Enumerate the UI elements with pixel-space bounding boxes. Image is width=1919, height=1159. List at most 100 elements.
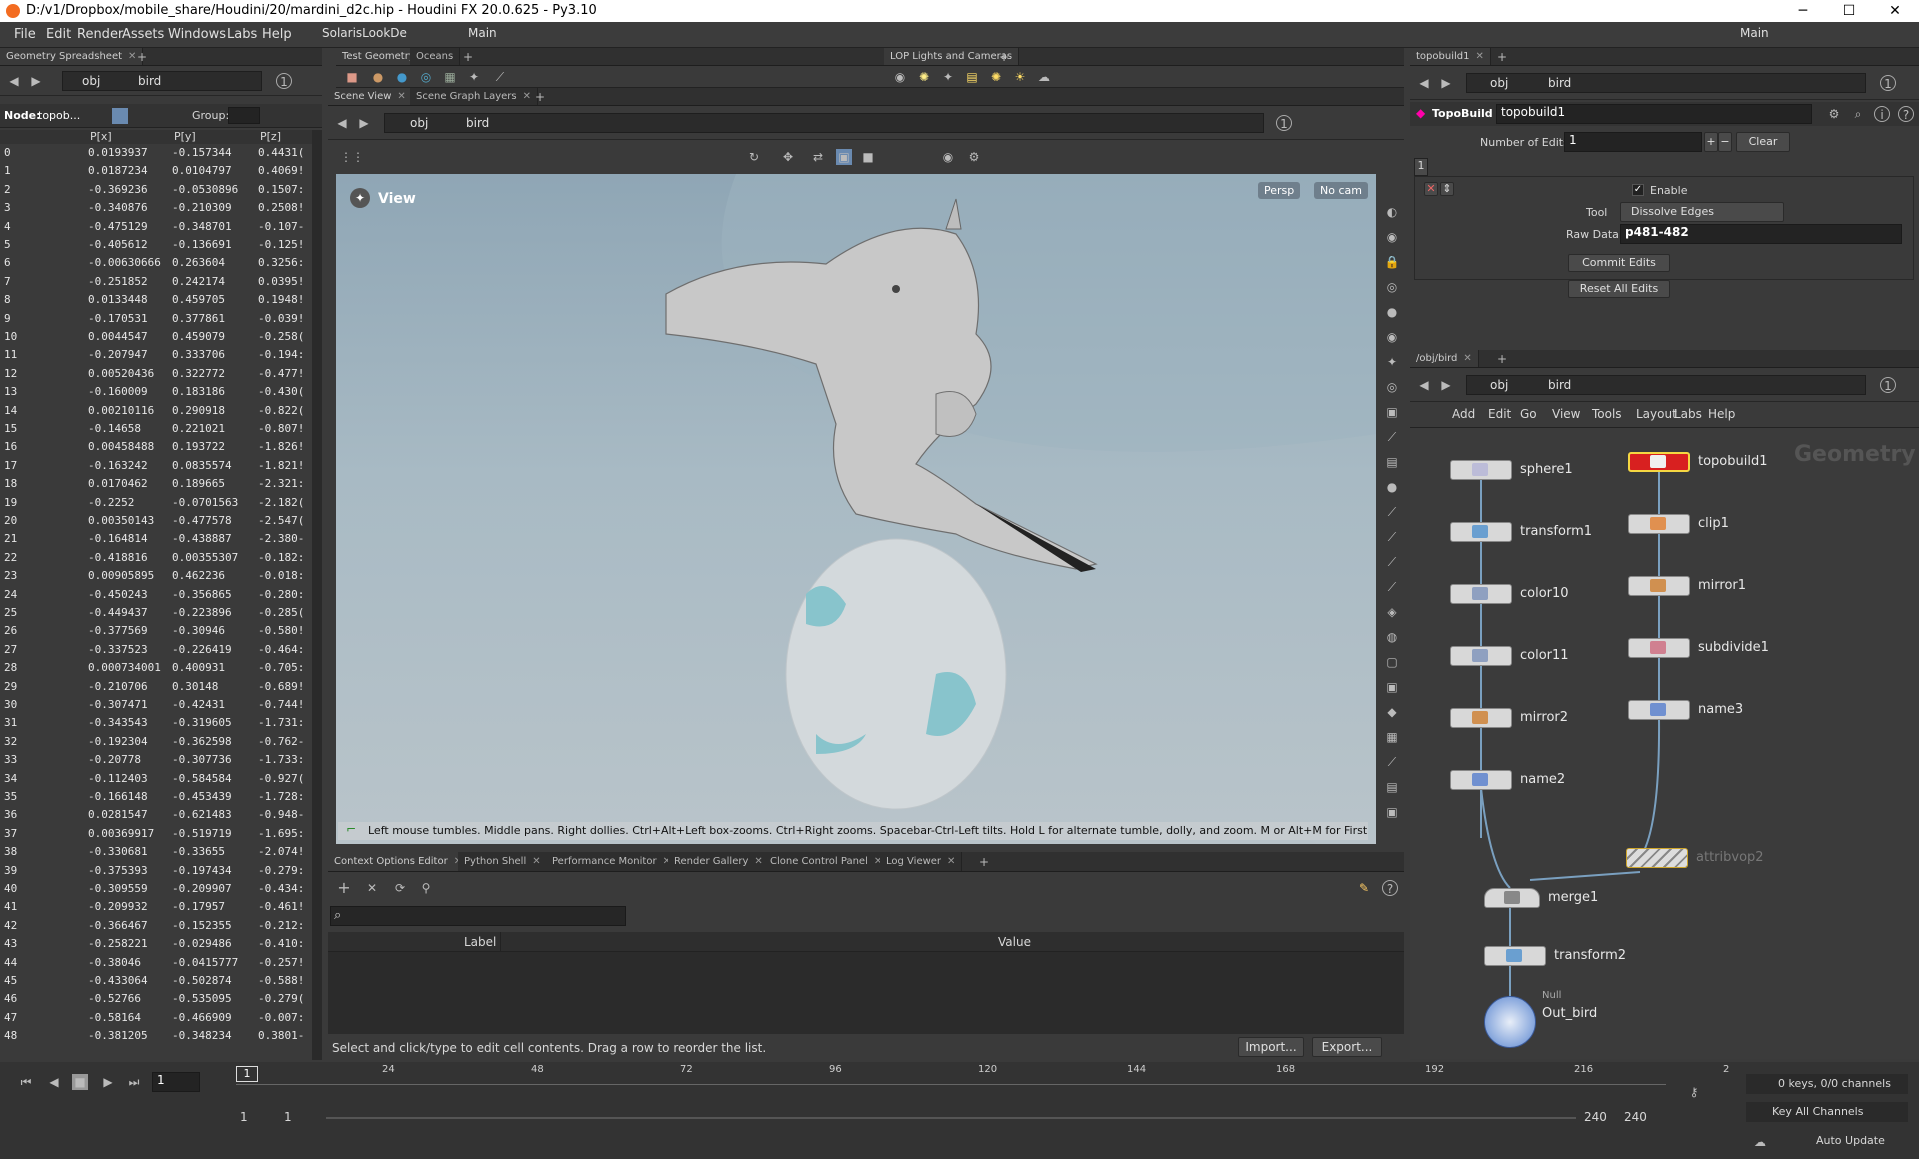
- path-bird[interactable]: bird: [1548, 76, 1571, 90]
- table-row[interactable]: 6 -0.00630666 0.263604 0.3256:: [0, 256, 312, 272]
- jump-end-icon[interactable]: ⏭: [126, 1074, 142, 1090]
- back-arrow-icon[interactable]: ◀: [6, 73, 22, 89]
- node-value[interactable]: topob...: [38, 109, 80, 122]
- table-row[interactable]: 3 -0.340876 -0.210309 0.2508!: [0, 201, 312, 217]
- viewer-tool-icon[interactable]: ▣: [1384, 404, 1400, 420]
- lower-tab[interactable]: Context Options Editor✕: [328, 852, 470, 871]
- settings-icon[interactable]: ⚙: [966, 149, 982, 165]
- table-row[interactable]: 47 -0.58164 -0.466909 -0.007:: [0, 1011, 312, 1027]
- spreadsheet-scrollbar[interactable]: [312, 130, 322, 1060]
- view-menu-icon[interactable]: ✦: [350, 188, 370, 208]
- null-node-body[interactable]: [1484, 996, 1536, 1048]
- sky-tool-icon[interactable]: ☁: [1036, 69, 1052, 85]
- spotlight-tool-icon[interactable]: ✦: [940, 69, 956, 85]
- right-desktop-selector[interactable]: Main: [1740, 26, 1769, 40]
- col-label[interactable]: Label: [464, 935, 496, 949]
- table-row[interactable]: 45 -0.433064 -0.502874 -0.588!: [0, 974, 312, 990]
- add-tab-icon[interactable]: +: [976, 854, 992, 870]
- back-arrow-icon[interactable]: ◀: [334, 115, 350, 131]
- add-shelf-icon[interactable]: +: [460, 49, 476, 65]
- network-menu-item[interactable]: Go: [1520, 407, 1537, 421]
- table-row[interactable]: 15 -0.14658 0.221021 -0.807!: [0, 422, 312, 438]
- network-menu-item[interactable]: Help: [1708, 407, 1735, 421]
- table-row[interactable]: 38 -0.330681 -0.33655 -2.074!: [0, 845, 312, 861]
- menu-edit[interactable]: Edit: [46, 27, 71, 42]
- viewer-tool-icon[interactable]: ⟋: [1384, 429, 1400, 445]
- tool-select[interactable]: Dissolve Edges: [1620, 202, 1784, 222]
- clear-button[interactable]: Clear: [1736, 132, 1790, 152]
- col-py[interactable]: P[y]: [174, 130, 196, 143]
- table-row[interactable]: 21 -0.164814 -0.438887 -2.380-: [0, 532, 312, 548]
- range-slider[interactable]: [326, 1117, 1576, 1119]
- import-button[interactable]: Import...: [1238, 1037, 1304, 1057]
- viewer-tool-icon[interactable]: ●: [1384, 304, 1400, 320]
- back-arrow-icon[interactable]: ◀: [1416, 75, 1432, 91]
- pin-icon[interactable]: 1: [1276, 115, 1292, 131]
- close-icon[interactable]: ✕: [947, 856, 955, 867]
- forward-arrow-icon[interactable]: ▶: [356, 115, 372, 131]
- close-button[interactable]: ✕: [1872, 0, 1918, 22]
- add-tab-icon[interactable]: +: [532, 89, 548, 105]
- viewer-tool-icon[interactable]: ◈: [1384, 604, 1400, 620]
- table-row[interactable]: 39 -0.375393 -0.197434 -0.279:: [0, 864, 312, 880]
- table-row[interactable]: 25 -0.449437 -0.223896 -0.285(: [0, 606, 312, 622]
- help-icon[interactable]: ?: [1898, 106, 1914, 122]
- network-menu-item[interactable]: Layout: [1636, 407, 1677, 421]
- lower-tab[interactable]: Clone Control Panel ✕: [764, 852, 890, 871]
- close-icon[interactable]: ✕: [754, 856, 762, 867]
- network-menu-item[interactable]: Add: [1452, 407, 1475, 421]
- refresh-icon[interactable]: ⟳: [392, 880, 408, 896]
- jump-start-icon[interactable]: ⏮: [18, 1074, 34, 1090]
- table-row[interactable]: 26 -0.377569 -0.30946 -0.580!: [0, 624, 312, 640]
- network-editor[interactable]: Geometry attribvop2 merge1 transform2 Nu…: [1410, 428, 1919, 1059]
- tab-obj-bird[interactable]: /obj/bird ✕: [1410, 350, 1479, 367]
- play-icon[interactable]: ▶: [100, 1074, 116, 1090]
- table-row[interactable]: 31 -0.343543 -0.319605 -1.731:: [0, 716, 312, 732]
- increment-button[interactable]: +: [1704, 132, 1718, 152]
- light-tool-icon[interactable]: ✺: [916, 69, 932, 85]
- table-row[interactable]: 20 0.00350143 -0.477578 -2.547(: [0, 514, 312, 530]
- current-frame-field[interactable]: 1: [152, 1072, 200, 1092]
- key-all-channels[interactable]: Key All Channels: [1746, 1102, 1908, 1122]
- table-row[interactable]: 33 -0.20778 -0.307736 -1.733:: [0, 753, 312, 769]
- table-row[interactable]: 36 0.0281547 -0.621483 -0.948-: [0, 808, 312, 824]
- table-row[interactable]: 41 -0.209932 -0.17957 -0.461!: [0, 900, 312, 916]
- grid-tool-icon[interactable]: ▦: [442, 69, 458, 85]
- raw-data-field[interactable]: p481-482: [1620, 224, 1902, 244]
- table-row[interactable]: 48 -0.381205 -0.348234 0.3801-: [0, 1029, 312, 1045]
- edit-pencil-icon[interactable]: ✎: [1356, 880, 1372, 896]
- help-icon[interactable]: ?: [1382, 880, 1398, 896]
- viewer-tool-icon[interactable]: 🔒: [1384, 254, 1400, 270]
- pin-icon[interactable]: 1: [276, 73, 292, 89]
- viewer-tool-icon[interactable]: ▤: [1384, 454, 1400, 470]
- add-tab-icon[interactable]: +: [134, 49, 150, 65]
- table-row[interactable]: 28 0.000734001 0.400931 -0.705:: [0, 661, 312, 677]
- viewer-tool-icon[interactable]: ◉: [1384, 329, 1400, 345]
- table-row[interactable]: 35 -0.166148 -0.453439 -1.728:: [0, 790, 312, 806]
- back-arrow-icon[interactable]: ◀: [1416, 377, 1432, 393]
- sun-tool-icon[interactable]: ☀: [1012, 69, 1028, 85]
- network-menu-item[interactable]: Edit: [1488, 407, 1511, 421]
- table-row[interactable]: 12 0.00520436 0.322772 -0.477!: [0, 367, 312, 383]
- area-light-tool-icon[interactable]: ▤: [964, 69, 980, 85]
- wireframe-shaded-icon[interactable]: ▣: [836, 149, 852, 165]
- close-icon[interactable]: ✕: [1475, 51, 1483, 62]
- viewer-tool-icon[interactable]: ◉: [1384, 229, 1400, 245]
- sphere-tool-icon[interactable]: ●: [370, 69, 386, 85]
- path-obj[interactable]: obj: [410, 116, 428, 130]
- shelf-tab-oceans[interactable]: Oceans: [410, 48, 461, 65]
- viewer-tool-icon[interactable]: ▣: [1384, 679, 1400, 695]
- menu-labs[interactable]: Labs: [227, 27, 257, 42]
- path-obj[interactable]: obj: [1490, 378, 1508, 392]
- tumble-icon[interactable]: ↻: [746, 149, 762, 165]
- table-row[interactable]: 5 -0.405612 -0.136691 -0.125!: [0, 238, 312, 254]
- viewer-tool-icon[interactable]: ▢: [1384, 654, 1400, 670]
- menu-assets[interactable]: Assets: [122, 27, 164, 42]
- timeline-track[interactable]: [236, 1084, 1666, 1085]
- table-row[interactable]: 27 -0.337523 -0.226419 -0.464:: [0, 643, 312, 659]
- viewer-tool-icon[interactable]: ⟋: [1384, 754, 1400, 770]
- add-tab-icon[interactable]: +: [1494, 49, 1510, 65]
- table-row[interactable]: 37 0.00369917 -0.519719 -1.695:: [0, 827, 312, 843]
- display-mode-icon[interactable]: ■: [860, 149, 876, 165]
- path-field[interactable]: [384, 113, 1264, 133]
